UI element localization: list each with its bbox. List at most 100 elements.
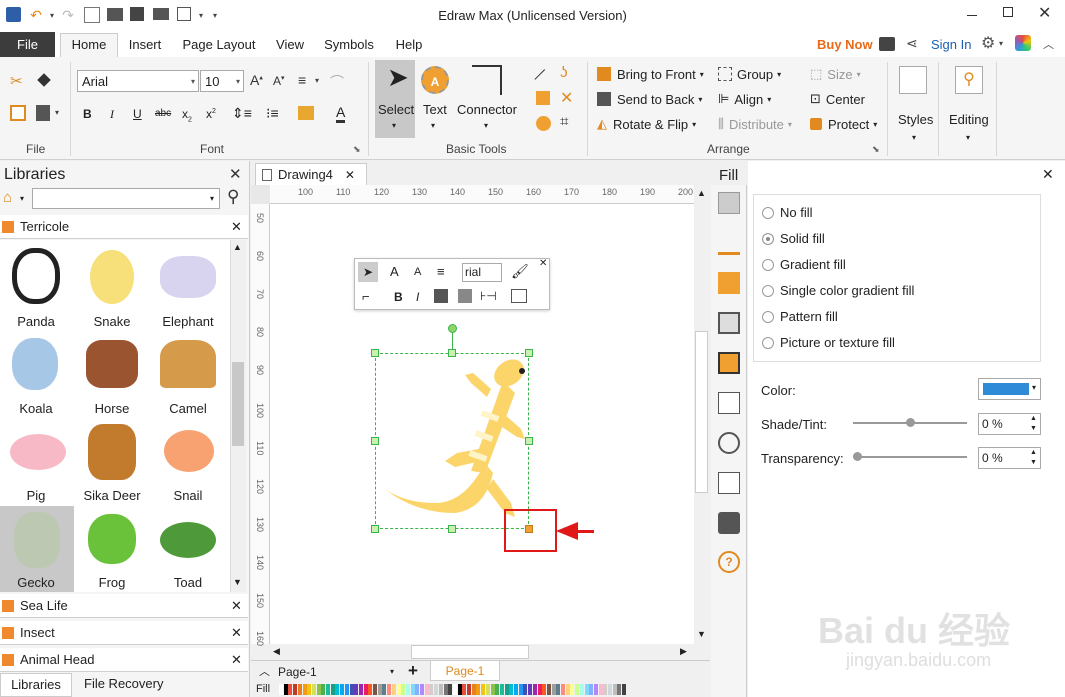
pig-icon[interactable] xyxy=(10,434,66,470)
font-name-select[interactable]: Arial ▾ xyxy=(77,70,199,92)
tab-home-label[interactable]: Home xyxy=(60,34,118,56)
resize-handle[interactable] xyxy=(525,437,533,445)
align-button[interactable]: ⊫ Align ▾ xyxy=(718,89,771,109)
fill-option-no-fill[interactable]: No fill xyxy=(762,205,813,220)
maximize-button[interactable] xyxy=(1003,7,1013,17)
palette-swatch[interactable] xyxy=(481,684,486,695)
settings-gear-icon[interactable]: ⚙ xyxy=(981,33,995,53)
scroll-up-icon[interactable]: ▲ xyxy=(697,188,706,198)
fill-icon[interactable] xyxy=(718,192,740,214)
palette-swatch[interactable] xyxy=(368,684,373,695)
palette-swatch[interactable] xyxy=(434,684,439,695)
rotate-flip-button[interactable]: ◭ Rotate & Flip ▾ xyxy=(597,114,696,134)
library-home-dropdown-icon[interactable]: ▾ xyxy=(20,194,24,203)
palette-swatch[interactable] xyxy=(565,684,570,695)
resize-handle[interactable] xyxy=(448,349,456,357)
frog-icon[interactable] xyxy=(88,514,136,564)
add-page-button[interactable]: + xyxy=(408,661,418,681)
palette-swatch[interactable] xyxy=(443,684,448,695)
palette-swatch[interactable] xyxy=(523,684,528,695)
palette-swatch[interactable] xyxy=(335,684,340,695)
collapse-ribbon-icon[interactable]: ︿ xyxy=(1043,36,1054,52)
bring-to-front-button[interactable]: Bring to Front ▾ xyxy=(597,64,704,84)
palette-swatch[interactable] xyxy=(608,684,612,695)
palette-swatch[interactable] xyxy=(387,684,392,695)
palette-swatch[interactable] xyxy=(293,684,298,695)
palette-swatch[interactable] xyxy=(363,684,368,695)
palette-swatch[interactable] xyxy=(452,684,457,695)
palette-swatch[interactable] xyxy=(316,684,321,695)
connector-tool-label[interactable]: Connector xyxy=(457,102,517,117)
palette-swatch[interactable] xyxy=(358,684,363,695)
size-button[interactable]: ⬚ Size ▾ xyxy=(810,64,861,84)
page-properties-icon[interactable] xyxy=(718,392,740,414)
palette-swatch[interactable] xyxy=(410,684,415,695)
palette-swatch[interactable] xyxy=(321,684,326,695)
palette-swatch[interactable] xyxy=(307,684,312,695)
text-tool-label[interactable]: Text xyxy=(423,102,447,117)
text-tool-icon[interactable]: A xyxy=(421,66,449,94)
library-home-icon[interactable]: ⌂ xyxy=(3,189,12,206)
help-icon[interactable]: ? xyxy=(718,551,740,573)
paste-icon[interactable] xyxy=(10,105,26,121)
palette-swatch[interactable] xyxy=(467,684,471,695)
tab-libraries[interactable]: Libraries xyxy=(0,673,72,697)
elephant-icon[interactable] xyxy=(160,256,216,298)
page-nav-up-icon[interactable]: ︿ xyxy=(259,663,270,679)
close-tab-icon[interactable]: ✕ xyxy=(345,168,355,182)
styles-icon[interactable] xyxy=(899,66,927,94)
palette-swatch[interactable] xyxy=(528,684,533,695)
palette-swatch[interactable] xyxy=(420,684,424,695)
notes-icon[interactable] xyxy=(718,472,740,494)
tab-file-recovery[interactable]: File Recovery xyxy=(84,676,163,691)
palette-swatch[interactable] xyxy=(490,684,495,695)
scroll-down-icon[interactable]: ▼ xyxy=(697,629,706,639)
close-category-icon[interactable]: ✕ xyxy=(231,598,242,614)
bold-icon[interactable]: B xyxy=(83,107,92,121)
palette-swatch[interactable] xyxy=(509,684,514,695)
palette-swatch[interactable] xyxy=(485,684,490,695)
align-text-icon[interactable]: ≡ xyxy=(298,72,306,88)
category-terricole[interactable]: Terricole xyxy=(0,215,248,239)
palette-swatch[interactable] xyxy=(556,684,561,695)
close-category-icon[interactable]: ✕ xyxy=(231,219,242,235)
connector-tool-icon[interactable] xyxy=(472,65,502,95)
scroll-right-icon[interactable]: ▶ xyxy=(680,646,687,657)
document-tab[interactable]: Drawing4 ✕ xyxy=(255,163,367,185)
category-sea-life[interactable]: Sea Life xyxy=(0,594,248,618)
palette-swatch[interactable] xyxy=(499,684,504,695)
palette-swatch[interactable] xyxy=(330,684,335,695)
distribute-button[interactable]: ⫼ Distribute ▾ xyxy=(718,114,792,134)
palette-swatch[interactable] xyxy=(429,684,434,695)
palette-swatch[interactable] xyxy=(570,684,575,695)
mini-shrink-font-icon[interactable]: A xyxy=(414,266,421,278)
copy-dropdown-icon[interactable]: ▾ xyxy=(55,108,59,117)
arc-tool-icon[interactable]: ʖ xyxy=(560,64,568,81)
mini-format-painter-icon[interactable]: 🖌 xyxy=(511,263,529,280)
palette-swatch[interactable] xyxy=(396,684,401,695)
horizontal-scroll-thumb[interactable] xyxy=(411,645,529,659)
tab-insert[interactable]: Insert xyxy=(122,34,168,56)
resize-handle[interactable] xyxy=(525,349,533,357)
font-size-select[interactable]: 10 ▾ xyxy=(200,70,244,92)
scroll-down-icon[interactable]: ▼ xyxy=(233,577,242,587)
fill-option-gradient-fill[interactable]: Gradient fill xyxy=(762,257,846,272)
palette-swatch[interactable] xyxy=(471,684,476,695)
palette-swatch[interactable] xyxy=(415,684,420,695)
text-highlight-icon[interactable] xyxy=(298,106,314,120)
line-icon[interactable] xyxy=(718,233,740,255)
category-animal-head[interactable]: Animal Head xyxy=(0,648,248,672)
palette-swatch[interactable] xyxy=(603,684,608,695)
underline-icon[interactable]: U xyxy=(133,107,142,121)
shrink-font-icon[interactable]: A▾ xyxy=(273,74,285,88)
tab-symbols[interactable]: Symbols xyxy=(320,34,378,56)
buy-now-link[interactable]: Buy Now xyxy=(817,37,873,52)
scroll-left-icon[interactable]: ◀ xyxy=(273,646,280,657)
shade-tint-slider-thumb[interactable] xyxy=(906,418,915,427)
minimize-button[interactable] xyxy=(967,15,977,16)
palette-swatch[interactable] xyxy=(373,684,377,695)
palette-swatch[interactable] xyxy=(622,684,627,695)
close-fill-panel-icon[interactable]: ✕ xyxy=(1042,166,1054,183)
resize-handle[interactable] xyxy=(371,525,379,533)
vertical-scroll-thumb[interactable] xyxy=(695,331,708,493)
